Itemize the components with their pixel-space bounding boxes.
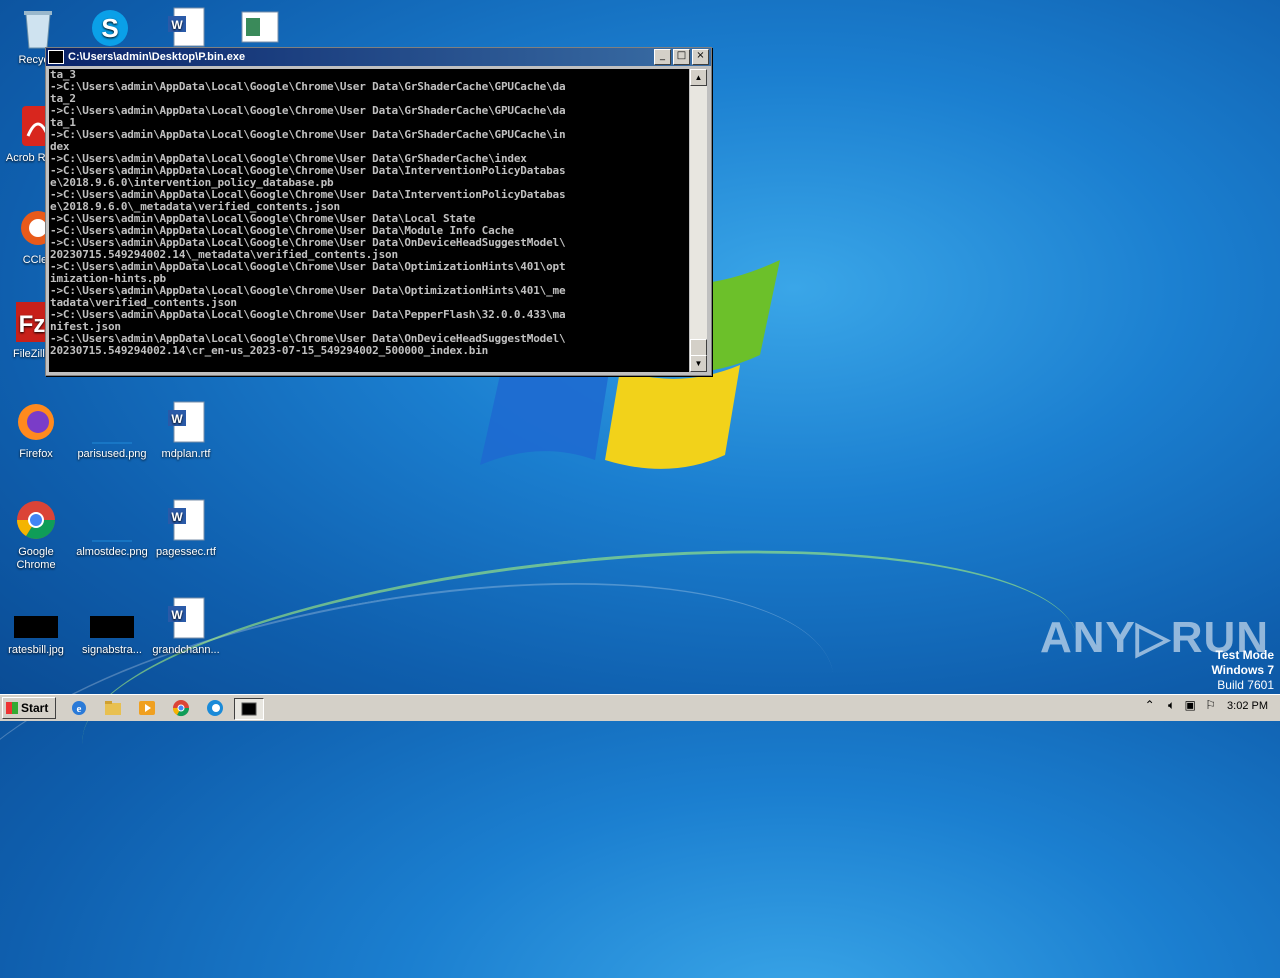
test-mode-notice: Test Mode Windows 7 Build 7601 bbox=[1211, 648, 1274, 693]
skype-icon: S bbox=[88, 6, 132, 50]
word-document-icon: W bbox=[164, 6, 208, 50]
image-file-icon bbox=[90, 400, 134, 444]
taskbar: Start e ⌃ 🔈︎ ▣ ⚐ 3:02 PM bbox=[0, 694, 1280, 721]
start-button[interactable]: Start bbox=[2, 697, 56, 719]
start-label: Start bbox=[21, 701, 49, 715]
desktop-icon-label: parisused.png bbox=[77, 448, 147, 460]
file-explorer-icon[interactable] bbox=[102, 698, 124, 718]
edge-icon[interactable] bbox=[204, 698, 226, 718]
scroll-up-button[interactable]: ▲ bbox=[690, 69, 707, 86]
console-scrollbar[interactable]: ▲ ▼ bbox=[690, 69, 707, 372]
desktop-icon-label: grandchann... bbox=[152, 644, 220, 656]
console-output[interactable]: ta_3 ->C:\Users\admin\AppData\Local\Goog… bbox=[49, 69, 689, 372]
desktop-icon-label: ratesbill.jpg bbox=[8, 644, 64, 656]
close-button[interactable]: × bbox=[692, 49, 709, 65]
desktop-icon-almostdec[interactable]: almostdec.png bbox=[74, 498, 150, 559]
console-text: ta_3 ->C:\Users\admin\AppData\Local\Goog… bbox=[50, 69, 566, 357]
maximize-button[interactable]: □ bbox=[673, 49, 690, 65]
document-preview-icon bbox=[238, 6, 282, 50]
desktop-icon-ratesbill[interactable]: ratesbill.jpg bbox=[0, 596, 74, 657]
desktop-icon-label: Google Chrome bbox=[16, 546, 56, 571]
recycle-bin-icon bbox=[16, 6, 60, 50]
word-document-icon: W bbox=[164, 400, 208, 444]
console-taskbar-button[interactable] bbox=[234, 698, 264, 720]
action-center-icon[interactable]: ⚐ bbox=[1205, 698, 1216, 712]
windows-logo-icon bbox=[6, 702, 18, 714]
desktop-icon-label: pagessec.rtf bbox=[156, 546, 216, 558]
console-window[interactable]: C:\Users\admin\Desktop\P.bin.exe _ □ × t… bbox=[45, 47, 712, 376]
svg-text:W: W bbox=[171, 510, 183, 524]
test-mode-label: Test Mode bbox=[1215, 648, 1274, 662]
desktop-icon-firefox[interactable]: Firefox bbox=[0, 400, 74, 461]
tray-expand-icon[interactable]: ⌃ bbox=[1145, 698, 1155, 712]
desktop-icon-google-chrome[interactable]: Google Chrome bbox=[0, 498, 74, 572]
system-tray: ⌃ 🔈︎ ▣ ⚐ bbox=[1145, 698, 1216, 713]
firefox-icon bbox=[14, 400, 58, 444]
desktop-icon-label: signabstra... bbox=[82, 644, 142, 656]
svg-text:S: S bbox=[101, 13, 118, 43]
network-icon[interactable]: ▣ bbox=[1185, 698, 1196, 712]
word-document-icon: W bbox=[164, 498, 208, 542]
desktop-icon-label: Firefox bbox=[19, 448, 53, 460]
desktop-icon-signabstra[interactable]: signabstra... bbox=[74, 596, 150, 657]
svg-text:Fz: Fz bbox=[19, 311, 46, 338]
os-label: Windows 7 bbox=[1211, 663, 1274, 677]
desktop-icon-pagessec[interactable]: W pagessec.rtf bbox=[148, 498, 224, 559]
desktop-icon-label: mdplan.rtf bbox=[161, 448, 211, 460]
image-file-icon bbox=[90, 498, 134, 542]
svg-text:W: W bbox=[171, 18, 183, 32]
console-app-icon bbox=[48, 50, 64, 64]
chrome-icon bbox=[14, 498, 58, 542]
svg-text:e: e bbox=[77, 703, 82, 715]
build-label: Build 7601 bbox=[1217, 678, 1274, 692]
desktop-icon-grandchann[interactable]: W grandchann... bbox=[148, 596, 224, 657]
console-window-title: C:\Users\admin\Desktop\P.bin.exe bbox=[68, 51, 246, 63]
image-thumbnail-icon bbox=[14, 596, 58, 640]
desktop-icon-label: almostdec.png bbox=[76, 546, 148, 558]
desktop-icon-mdplan[interactable]: W mdplan.rtf bbox=[148, 400, 224, 461]
console-titlebar[interactable]: C:\Users\admin\Desktop\P.bin.exe _ □ × bbox=[46, 48, 711, 66]
volume-icon[interactable]: 🔈︎ bbox=[1168, 698, 1175, 712]
scroll-down-button[interactable]: ▼ bbox=[690, 355, 707, 372]
chrome-taskbar-icon[interactable] bbox=[170, 698, 192, 718]
svg-text:W: W bbox=[171, 608, 183, 622]
internet-explorer-icon[interactable]: e bbox=[68, 698, 90, 718]
word-document-icon: W bbox=[164, 596, 208, 640]
image-thumbnail-icon bbox=[90, 596, 134, 640]
desktop-icon-parisused[interactable]: parisused.png bbox=[74, 400, 150, 461]
svg-text:W: W bbox=[171, 412, 183, 426]
media-player-icon[interactable] bbox=[136, 698, 158, 718]
minimize-button[interactable]: _ bbox=[654, 49, 671, 65]
taskbar-clock[interactable]: 3:02 PM bbox=[1227, 700, 1268, 712]
